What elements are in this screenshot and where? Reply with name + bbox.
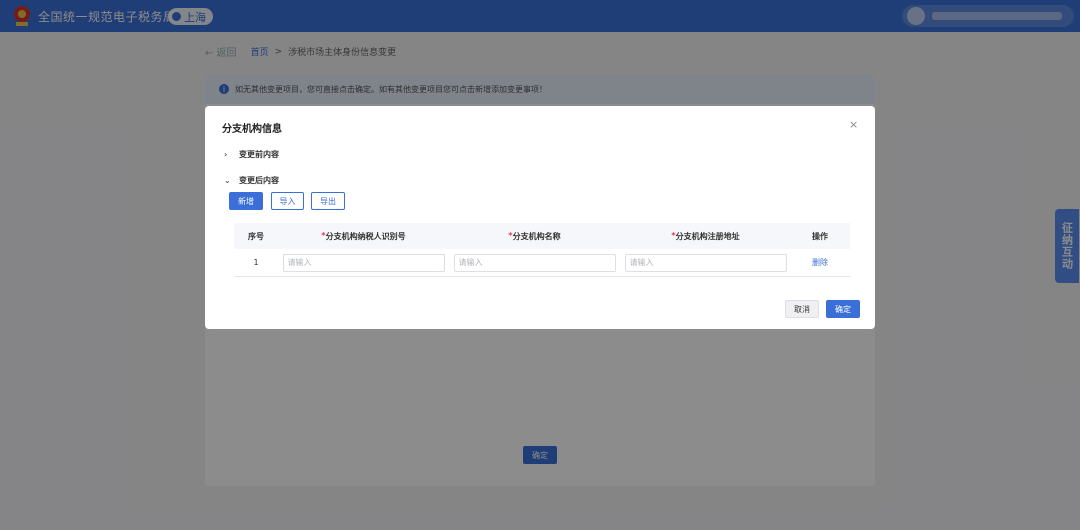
import-button[interactable]: 导入 [271, 192, 304, 210]
add-button[interactable]: 新增 [229, 192, 263, 210]
row-index: 1 [253, 258, 259, 267]
header-index: 序号 [248, 231, 264, 241]
table-header: 序号 * 分支机构纳税人识别号 * 分支机构名称 * 分支机构注册地址 操作 [234, 223, 850, 249]
close-icon[interactable]: × [849, 118, 858, 131]
header-operation: 操作 [812, 231, 828, 241]
export-button[interactable]: 导出 [311, 192, 345, 210]
ok-button[interactable]: 确定 [826, 300, 860, 318]
chevron-right-icon: › [224, 150, 228, 159]
section-before-toggle[interactable]: › 变更前内容 [224, 149, 279, 160]
delete-row-link[interactable]: 删除 [812, 258, 828, 267]
section-before-label: 变更前内容 [239, 150, 279, 159]
cancel-button[interactable]: 取消 [785, 300, 819, 318]
branch-name-input[interactable] [453, 253, 616, 272]
header-address: * 分支机构注册地址 [671, 230, 740, 241]
branch-table: 序号 *分支机构纳税人识别号 *分支机构名称 *分支机构注册地址 操作 1 删除 [234, 223, 850, 277]
dialog-title: 分支机构信息 [222, 124, 282, 135]
branch-info-dialog: 分支机构信息 × › 变更前内容 ⌄ 变更后内容 新增 导入 导出 序号 * 分支… [205, 106, 875, 329]
section-after-toggle[interactable]: ⌄ 变更后内容 [224, 175, 279, 186]
section-after-label: 变更后内容 [239, 176, 279, 185]
address-input[interactable] [624, 253, 787, 272]
chevron-down-icon: ⌄ [224, 176, 231, 185]
header-name: * 分支机构名称 [508, 230, 561, 241]
header-tax-id: * 分支机构纳税人识别号 [321, 230, 406, 241]
table-row: 1 删除 [234, 249, 850, 277]
tax-id-input[interactable] [282, 253, 445, 272]
